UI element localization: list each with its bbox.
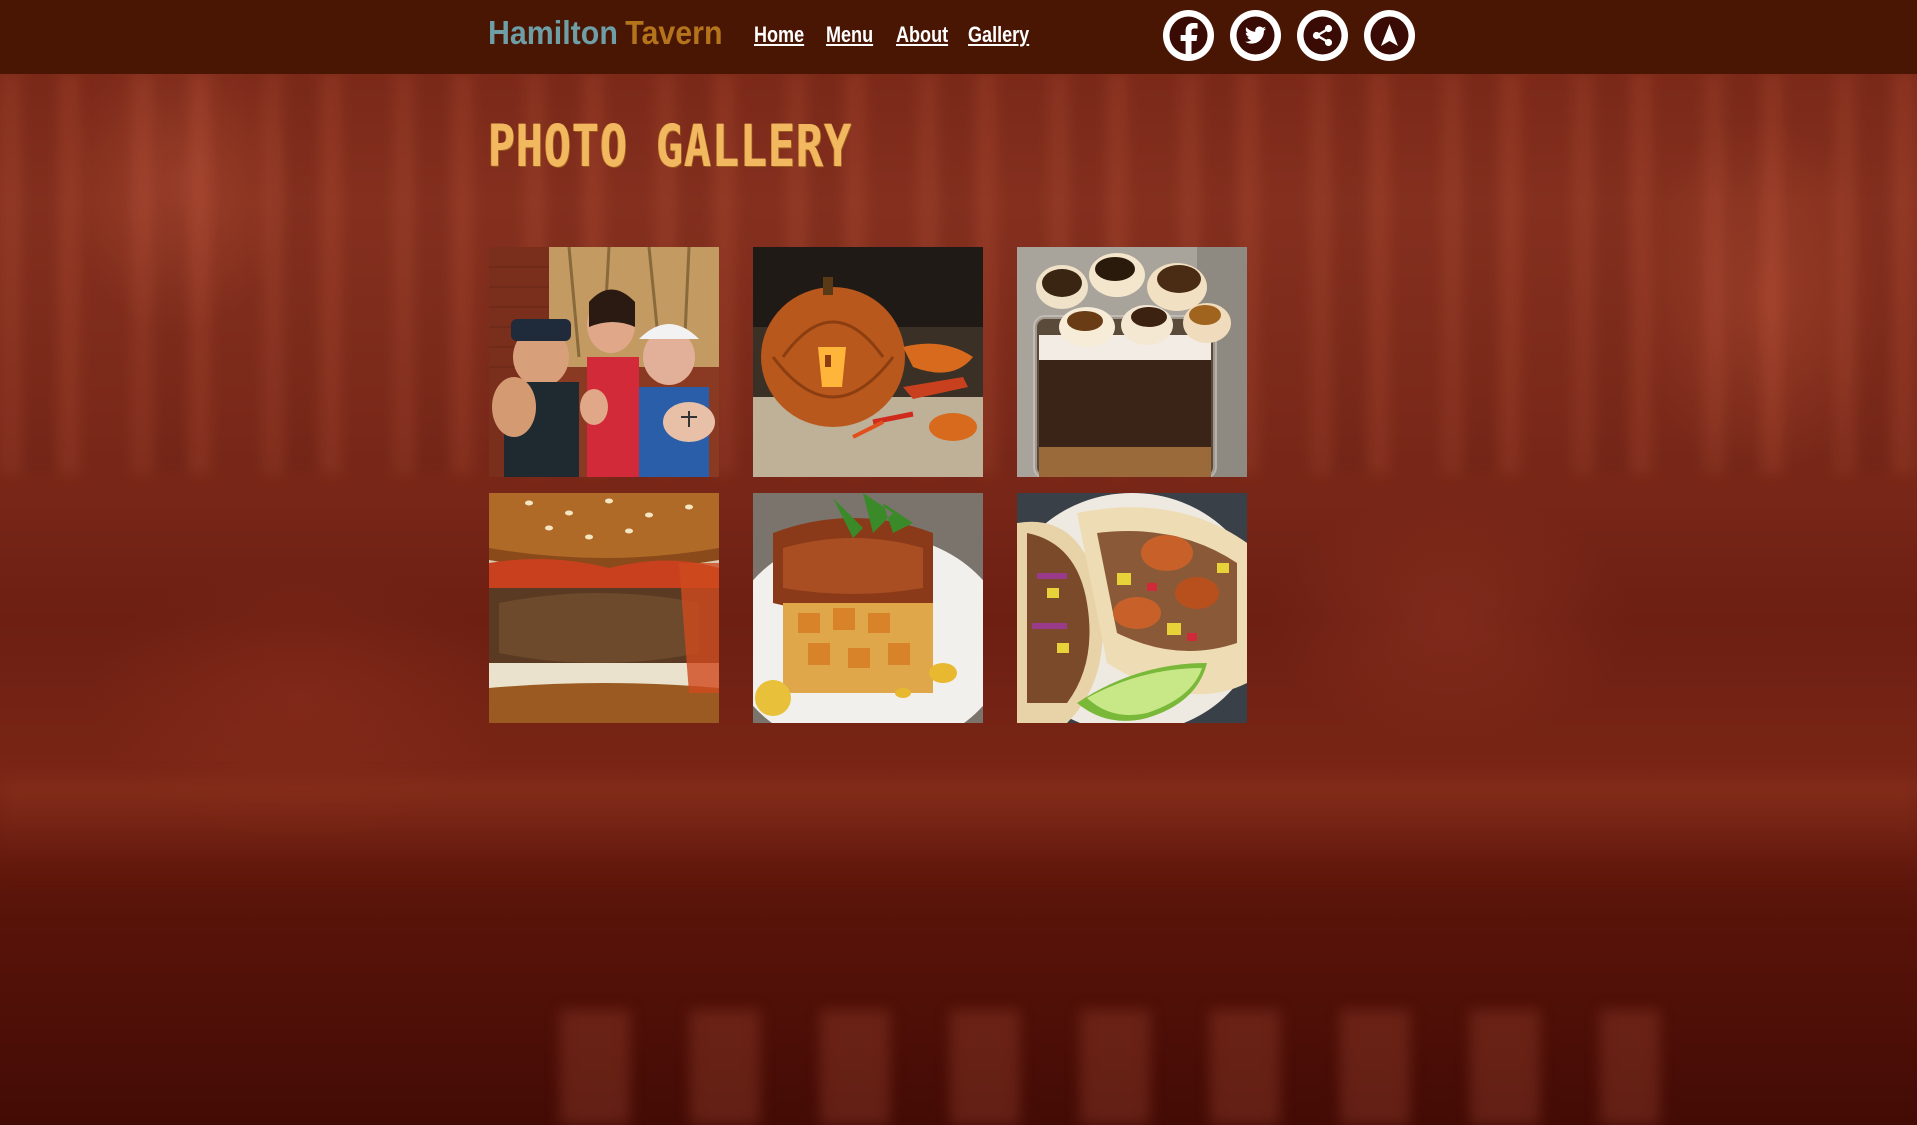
site-header: Hamilton Tavern Home Menu About Gallery [0,0,1917,74]
gallery-photo-pumpkin[interactable] [753,247,983,477]
nav-menu-link[interactable]: Menu [826,22,873,48]
gallery-photo-costume-group[interactable] [489,247,719,477]
nav-home-link[interactable]: Home [754,22,804,48]
nav-gallery-link[interactable]: Gallery [968,22,1029,48]
twitter-icon[interactable] [1230,10,1281,61]
brand-name-part2: Tavern [625,14,723,51]
gallery-photo-marshmallow-dessert[interactable] [1017,247,1247,477]
navigation-arrow-icon[interactable] [1364,10,1415,61]
nav-about-link[interactable]: About [896,22,948,48]
background-bar-counter [0,780,1917,870]
facebook-icon[interactable] [1163,10,1214,61]
gallery-photo-burger[interactable] [489,493,719,723]
site-logo[interactable]: Hamilton Tavern [488,14,723,52]
gallery-photo-shrimp-tacos[interactable] [1017,493,1247,723]
gallery-photo-chicken-plate[interactable] [753,493,983,723]
page-title: PHOTO GALLERY [488,112,853,180]
brand-name-part1: Hamilton [488,14,618,51]
share-icon[interactable] [1297,10,1348,61]
background-mugs [560,1010,1660,1125]
